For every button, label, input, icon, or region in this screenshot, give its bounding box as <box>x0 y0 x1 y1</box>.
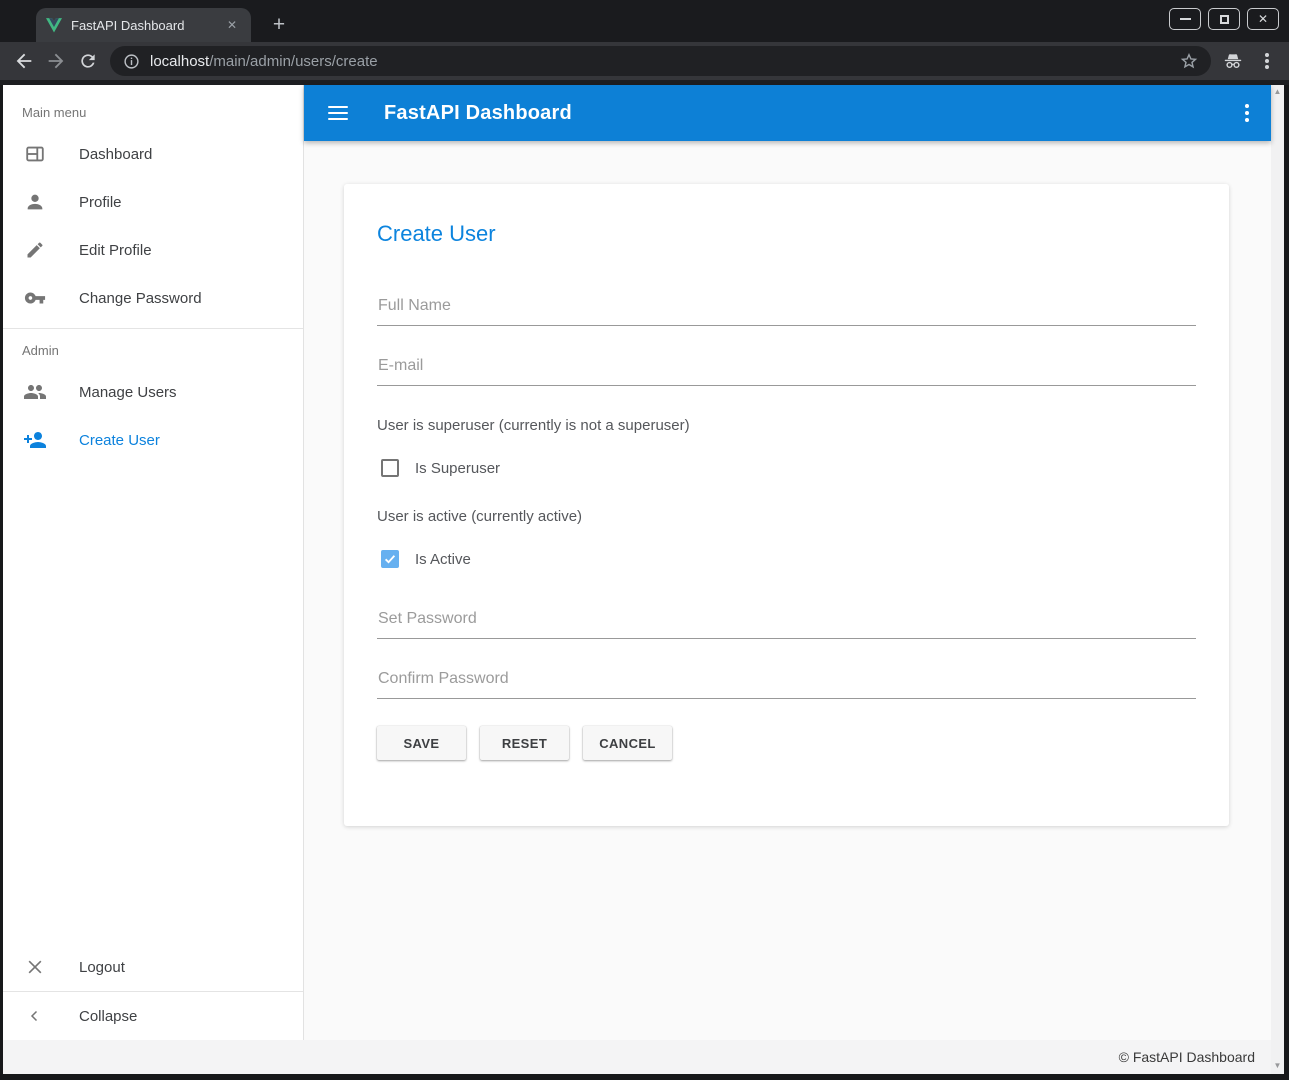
email-field[interactable] <box>377 357 1196 386</box>
sidebar-item-label: Dashboard <box>79 146 152 163</box>
superuser-checkbox-row: Is Superuser <box>377 459 1196 477</box>
new-tab-button[interactable]: + <box>265 11 293 39</box>
url-path: /main/admin/users/create <box>209 53 377 70</box>
reset-button[interactable]: RESET <box>480 726 569 760</box>
page-title: Create User <box>377 184 1196 247</box>
window-close-button[interactable]: ✕ <box>1247 8 1279 30</box>
scroll-up-icon[interactable]: ▲ <box>1274 88 1282 96</box>
checkmark-icon <box>383 552 397 566</box>
pencil-icon <box>23 238 47 262</box>
sidebar-bottom: Logout Collapse <box>3 943 303 1040</box>
sidebar-item-edit-profile[interactable]: Edit Profile <box>3 226 303 274</box>
window-controls: ✕ <box>1169 8 1279 30</box>
footer: © FastAPI Dashboard <box>3 1040 1271 1074</box>
main-area: FastAPI Dashboard Create User User is su… <box>304 85 1271 1040</box>
active-checkbox-row: Is Active <box>377 550 1196 568</box>
tab-close-icon[interactable]: ✕ <box>223 16 241 34</box>
set-password-field[interactable] <box>377 610 1196 639</box>
site-info-icon[interactable] <box>122 52 140 70</box>
reload-icon <box>78 51 98 71</box>
sidebar-section-admin: Admin <box>3 335 303 368</box>
sidebar-item-profile[interactable]: Profile <box>3 178 303 226</box>
page-scrollbar[interactable]: ▲ ▼ <box>1271 85 1284 1074</box>
window-maximize-button[interactable] <box>1208 8 1240 30</box>
active-checkbox-label: Is Active <box>415 551 471 568</box>
people-icon <box>23 380 47 404</box>
chevron-left-icon <box>23 1004 47 1028</box>
sidebar-item-label: Logout <box>79 959 125 976</box>
incognito-icon <box>1221 49 1245 73</box>
hamburger-menu-button[interactable] <box>328 101 352 125</box>
browser-menu-button[interactable] <box>1259 47 1275 75</box>
logout-x-icon <box>23 955 47 979</box>
forward-arrow-icon <box>45 50 67 72</box>
tab-strip: FastAPI Dashboard ✕ + ✕ <box>0 0 1289 42</box>
content-area: Create User User is superuser (currently… <box>304 141 1271 1040</box>
sidebar-item-label: Manage Users <box>79 384 177 401</box>
back-button[interactable] <box>8 45 40 77</box>
sidebar-item-manage-users[interactable]: Manage Users <box>3 368 303 416</box>
browser-toolbar: localhost/main/admin/users/create <box>0 42 1289 80</box>
sidebar-item-change-password[interactable]: Change Password <box>3 274 303 322</box>
create-user-card: Create User User is superuser (currently… <box>344 184 1229 826</box>
sidebar: Main menu Dashboard Profile <box>3 85 304 1040</box>
sidebar-section-main-menu: Main menu <box>3 85 303 130</box>
sidebar-item-label: Change Password <box>79 290 202 307</box>
back-arrow-icon <box>13 50 35 72</box>
save-button[interactable]: SAVE <box>377 726 466 760</box>
confirm-password-field[interactable] <box>377 670 1196 699</box>
sidebar-divider <box>3 328 303 329</box>
minimize-icon <box>1180 18 1191 20</box>
form-actions: SAVE RESET CANCEL <box>377 726 1196 760</box>
full-name-field[interactable] <box>377 297 1196 326</box>
page: Main menu Dashboard Profile <box>3 85 1284 1074</box>
browser-chrome: FastAPI Dashboard ✕ + ✕ localhost/main/a… <box>0 0 1289 85</box>
sidebar-item-collapse[interactable]: Collapse <box>3 992 303 1040</box>
app-title: FastAPI Dashboard <box>384 102 572 125</box>
browser-tab[interactable]: FastAPI Dashboard ✕ <box>36 8 251 42</box>
sidebar-item-create-user[interactable]: Create User <box>3 416 303 464</box>
sidebar-item-label: Collapse <box>79 1008 137 1025</box>
active-checkbox[interactable] <box>381 550 399 568</box>
address-bar[interactable]: localhost/main/admin/users/create <box>110 46 1211 76</box>
active-hint: User is active (currently active) <box>377 508 1196 525</box>
scroll-down-icon[interactable]: ▼ <box>1274 1062 1282 1070</box>
cancel-button[interactable]: CANCEL <box>583 726 672 760</box>
vue-logo-icon <box>46 17 62 33</box>
forward-button[interactable] <box>40 45 72 77</box>
sidebar-item-dashboard[interactable]: Dashboard <box>3 130 303 178</box>
sidebar-item-logout[interactable]: Logout <box>3 943 303 991</box>
bookmark-star-icon[interactable] <box>1177 49 1201 73</box>
superuser-hint: User is superuser (currently is not a su… <box>377 417 1196 434</box>
header-menu-button[interactable] <box>1239 98 1255 128</box>
superuser-checkbox-label: Is Superuser <box>415 460 500 477</box>
url-text[interactable]: localhost/main/admin/users/create <box>150 53 378 70</box>
reload-button[interactable] <box>72 45 104 77</box>
person-add-icon <box>23 428 47 452</box>
key-icon <box>23 286 47 310</box>
tab-title: FastAPI Dashboard <box>71 18 223 33</box>
superuser-checkbox[interactable] <box>381 459 399 477</box>
url-host: localhost <box>150 53 209 70</box>
window-minimize-button[interactable] <box>1169 8 1201 30</box>
sidebar-item-label: Profile <box>79 194 122 211</box>
app-header: FastAPI Dashboard <box>304 85 1271 141</box>
dashboard-icon <box>23 142 47 166</box>
copyright-text: © FastAPI Dashboard <box>1119 1049 1255 1065</box>
sidebar-item-label: Create User <box>79 432 160 449</box>
sidebar-item-label: Edit Profile <box>79 242 152 259</box>
close-icon: ✕ <box>1258 13 1268 25</box>
person-icon <box>23 190 47 214</box>
maximize-icon <box>1220 15 1229 24</box>
toolbar-right <box>1221 47 1275 75</box>
